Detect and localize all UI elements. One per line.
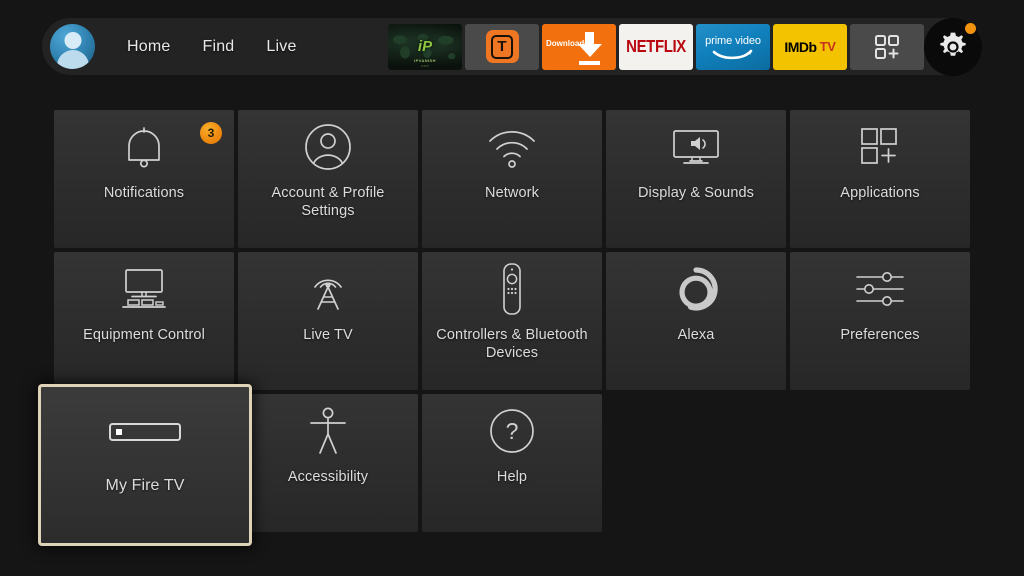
troypoint-logo-square: T [485,30,519,63]
apps-grid-plus-icon [875,34,899,59]
apps-plus-icon-wrap [790,110,970,184]
question-circle-icon-wrap: ? [422,394,602,468]
tile-display-and-sounds[interactable]: Display & Sounds [606,110,786,248]
broadcast-tower-icon-wrap [238,252,418,326]
tile-label: Accessibility [287,469,369,485]
tile-alexa[interactable]: Alexa [606,252,786,390]
settings-row: Equipment Control Live TV Controllers & … [54,252,970,390]
tile-equipment-control[interactable]: Equipment Control [54,252,234,390]
remote-icon-wrap [422,252,602,326]
tile-label: Notifications [103,185,185,201]
nav-links: Home Find Live [95,38,297,56]
tile-help[interactable]: ? Help [422,394,602,532]
tile-label: Equipment Control [83,327,205,343]
tile-network[interactable]: Network [422,110,602,248]
tile-accessibility[interactable]: Accessibility [238,394,418,532]
bell-icon-wrap [54,110,234,184]
amazon-smile-icon [712,49,753,59]
tv-speaker-icon [673,130,719,164]
ipvanish-brand-text: IPVANISH [414,57,436,63]
tile-label: Display & Sounds [637,185,755,201]
settings-row: My Fire TV Accessibility ? Help [38,384,966,546]
settings-notification-dot [965,22,976,34]
app-shortcut-all-apps[interactable] [850,23,924,70]
gear-icon [940,32,966,56]
troypoint-letter: T [491,34,513,59]
imdb-tv-suffix: TV [819,39,836,54]
firetv-settings-screen: Home Find Live iP IPVANISH VPN T Downloa… [0,0,1024,576]
tile-applications[interactable]: Applications [790,110,970,248]
tile-label: Controllers & Bluetooth Devices [436,327,588,361]
tile-label: Applications [840,185,920,201]
app-shortcut-ipvanish[interactable]: iP IPVANISH VPN [388,23,462,70]
svg-text:?: ? [506,418,519,444]
app-shortcut-troypoint[interactable]: T [465,23,539,70]
person-circle-icon-wrap [238,110,418,184]
apps-plus-icon [861,128,897,164]
tv-stand-icon-wrap [54,252,234,326]
ipvanish-vpn-text: VPN [421,63,429,68]
netflix-wordmark: NETFLIX [626,36,686,57]
tile-account-profile-settings[interactable]: Account & Profile Settings [238,110,418,248]
app-shortcut-prime-video[interactable]: prime video [696,23,770,70]
wifi-icon-wrap [422,110,602,184]
nav-item-home[interactable]: Home [127,38,170,56]
nav-item-live[interactable]: Live [266,38,296,56]
bell-icon [128,127,160,168]
app-shortcut-downloader[interactable]: Downloader [542,23,616,70]
tile-label: My Fire TV [105,477,185,494]
accessibility-icon [310,407,346,454]
nav-item-find[interactable]: Find [202,38,234,56]
tile-label: Alexa [677,327,715,343]
imdb-wordmark: IMDb [784,38,817,55]
tile-controllers-bluetooth-devices[interactable]: Controllers & Bluetooth Devices [422,252,602,390]
question-circle-icon: ? [490,409,534,453]
alexa-ring-icon [679,267,718,311]
app-shortcut-netflix[interactable]: NETFLIX [619,23,693,70]
tile-label: Preferences [840,327,920,343]
tile-label: Live TV [303,327,353,343]
tv-speaker-icon-wrap [606,110,786,184]
sliders-icon [856,272,904,306]
settings-gear-button[interactable] [924,17,982,76]
avatar-head [64,32,81,50]
tile-live-tv[interactable]: Live TV [238,252,418,390]
tile-label: Network [485,185,539,201]
settings-row: 3 Notifications Account & Profile Settin… [54,110,970,248]
wifi-icon [489,131,535,168]
firetv-stick-icon-wrap [41,387,249,477]
download-arrow-base [579,60,600,65]
prime-video-wordmark: prime video [705,34,761,47]
tile-preferences[interactable]: Preferences [790,252,970,390]
tile-label: Account & Profile Settings [271,185,385,219]
sliders-icon-wrap [790,252,970,326]
accessibility-icon-wrap [238,394,418,468]
app-shortcut-list: iP IPVANISH VPN T Downloader NETFLIX pri… [388,23,924,70]
firetv-stick-icon [109,423,181,441]
avatar-body [56,50,89,69]
tile-label: Help [496,469,528,485]
app-shortcut-imdb-tv[interactable]: IMDb TV [773,23,847,70]
top-navigation-bar: Home Find Live iP IPVANISH VPN T Downloa… [42,17,982,76]
tile-notifications[interactable]: 3 Notifications [54,110,234,248]
broadcast-tower-icon [314,279,342,310]
tile-my-fire-tv[interactable]: My Fire TV [38,384,252,546]
remote-icon [503,263,521,315]
settings-grid: 3 Notifications Account & Profile Settin… [38,110,970,546]
download-arrow-head [578,43,602,57]
tv-stand-icon [122,269,166,308]
ipvanish-logo: iP [417,38,433,55]
profile-avatar[interactable] [50,24,95,69]
notifications-badge: 3 [200,122,222,144]
person-circle-icon [305,124,351,170]
alexa-ring-icon-wrap [606,252,786,326]
